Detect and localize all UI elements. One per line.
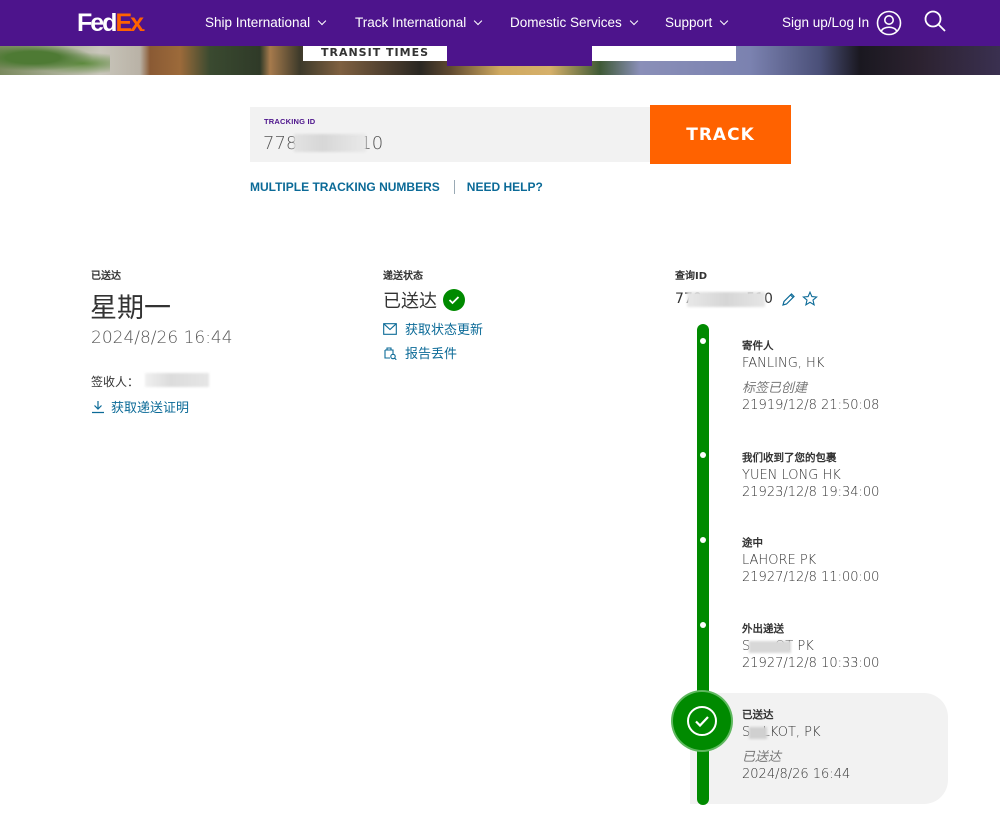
event-datetime: 2024/8/26 16:44 <box>742 767 851 782</box>
event-title: 我们收到了您的包裹 <box>742 452 837 464</box>
chevron-down-icon <box>629 16 639 25</box>
timeline-dot <box>700 452 706 458</box>
event-note: 已送达 <box>742 750 782 765</box>
event-datetime: 21919/12/8 21:50:08 <box>742 398 880 413</box>
proof-of-delivery-text: 获取递送证明 <box>111 401 190 416</box>
delivery-day: 星期一 <box>90 293 171 324</box>
event-title: 途中 <box>742 537 763 549</box>
timeline-dot <box>700 338 706 344</box>
redacted-blur <box>687 292 765 307</box>
chevron-down-icon <box>474 16 483 25</box>
redacted-blur <box>294 134 366 152</box>
star-icon[interactable] <box>802 291 818 307</box>
timeline-dot <box>700 537 706 543</box>
need-help-link[interactable]: NEED HELP? <box>467 180 543 194</box>
tab-option[interactable] <box>592 46 736 61</box>
event-title: 外出递送 <box>742 623 784 635</box>
event-location: YUEN LONG HK <box>742 468 841 483</box>
timeline-event: 我们收到了您的包裹 YUEN LONG HK 21923/12/8 19:34:… <box>742 450 879 500</box>
redacted-blur <box>145 373 209 387</box>
timeline-event: 途中 LAHORE PK 21927/12/8 11:00:00 <box>742 535 879 585</box>
event-title: 寄件人 <box>742 340 774 352</box>
event-location: LAHORE PK <box>742 553 817 568</box>
chevron-down-icon <box>317 16 327 25</box>
tracking-links: MULTIPLE TRACKING NUMBERS NEED HELP? <box>250 180 543 194</box>
proof-of-delivery-link[interactable]: 获取递送证明 <box>91 397 189 416</box>
login-link[interactable]: Sign up/Log In <box>782 15 869 30</box>
redacted-blur <box>749 727 767 739</box>
event-datetime: 21927/12/8 10:33:00 <box>742 656 880 671</box>
event-datetime: 21927/12/8 11:00:00 <box>742 570 880 585</box>
search-icon[interactable] <box>922 9 948 35</box>
timeline-event-delivered: 已送达 S LKOT, PK 已送达 2024/8/26 16:44 <box>742 707 850 782</box>
envelope-icon <box>383 322 397 335</box>
nav-support[interactable]: Support <box>665 15 729 30</box>
delivery-datetime: 2024/8/26 16:44 <box>91 328 233 348</box>
download-icon <box>92 400 104 413</box>
logo-dot: . <box>142 20 146 34</box>
check-circle-icon <box>443 289 465 311</box>
nav-label: Ship International <box>205 15 311 30</box>
nav-label: Support <box>665 15 713 30</box>
nav-label: Domestic Services <box>510 15 622 30</box>
tracking-id-label: TRACKING ID <box>264 117 316 126</box>
delivery-status: 已送达 <box>383 287 465 313</box>
fedex-logo[interactable]: FedEx. <box>77 9 145 38</box>
timeline-event: 寄件人 FANLING, HK 标签已创建 21919/12/8 21:50:0… <box>742 338 879 413</box>
user-icon[interactable] <box>876 10 902 36</box>
tab-transit-times[interactable]: TRANSIT TIMES <box>303 46 447 61</box>
event-location: FANLING, HK <box>742 356 825 371</box>
event-datetime: 21923/12/8 19:34:00 <box>742 485 880 500</box>
delivery-status-label: 递送状态 <box>383 271 423 282</box>
chevron-down-icon <box>720 16 729 25</box>
delivered-check-icon <box>673 692 731 750</box>
logo-ex: Ex <box>115 9 144 37</box>
delivery-status-value: 已送达 <box>383 291 437 312</box>
tracking-id-heading: 查询ID <box>675 271 708 282</box>
event-note: 标签已创建 <box>742 381 808 396</box>
package-search-icon <box>384 346 397 360</box>
edit-pencil-icon[interactable] <box>781 292 796 307</box>
hero-plant-image <box>0 46 110 75</box>
logo-fed: Fed <box>77 9 117 37</box>
divider <box>453 180 455 194</box>
get-status-updates-text: 获取状态更新 <box>405 323 484 338</box>
timeline-dot <box>700 622 706 628</box>
multiple-tracking-numbers-link[interactable]: MULTIPLE TRACKING NUMBERS <box>250 180 440 194</box>
tracking-id-field[interactable]: TRACKING ID <box>250 107 650 162</box>
nav-ship-international[interactable]: Ship International <box>205 15 327 30</box>
top-navigation: FedEx. Ship International Track Internat… <box>0 0 1000 46</box>
event-title: 已送达 <box>742 709 774 721</box>
track-button[interactable]: TRACK <box>650 105 791 164</box>
tab-active[interactable] <box>447 46 592 66</box>
report-lost-package-text: 报告丢件 <box>405 347 458 362</box>
nav-track-international[interactable]: Track International <box>355 15 483 30</box>
signed-by-label: 签收人： <box>91 375 140 389</box>
delivered-label: 已送达 <box>91 271 121 282</box>
redacted-blur <box>749 641 791 653</box>
get-status-updates-link[interactable]: 获取状态更新 <box>383 319 483 338</box>
nav-domestic-services[interactable]: Domestic Services <box>510 15 639 30</box>
nav-label: Track International <box>355 15 467 30</box>
hero-banner: TRANSIT TIMES <box>0 46 1000 75</box>
report-lost-package-link[interactable]: 报告丢件 <box>383 343 457 362</box>
